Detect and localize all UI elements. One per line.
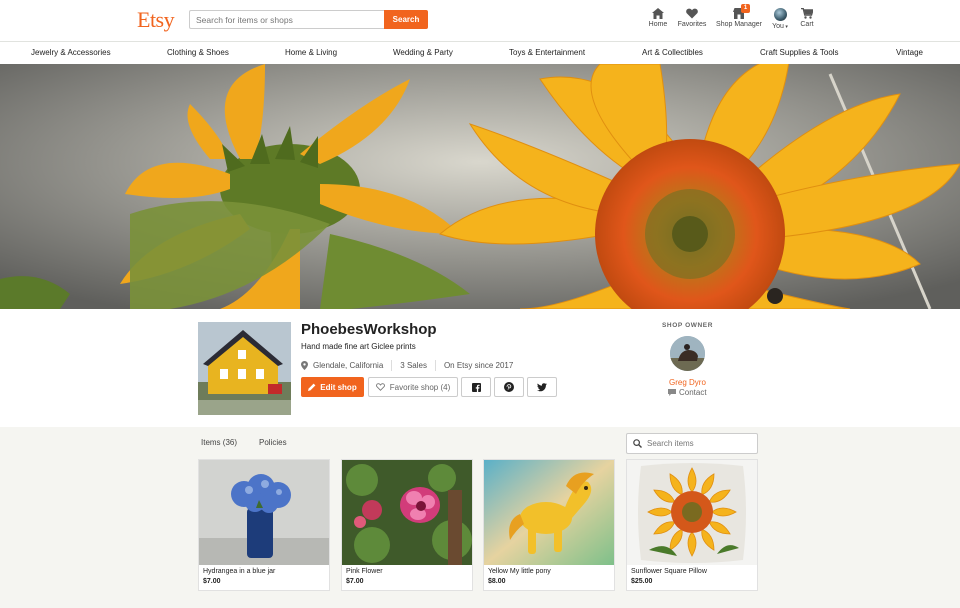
shop-sales[interactable]: 3 Sales (400, 361, 427, 370)
heart-icon (686, 8, 698, 19)
nav-home-label: Home (648, 21, 668, 28)
nav-shop-manager[interactable]: 1 Shop Manager (714, 4, 764, 28)
nav-home[interactable]: Home (648, 8, 668, 28)
shop-tagline: Hand made fine art Giclee prints (301, 342, 416, 351)
contact-label: Contact (679, 388, 707, 397)
message-icon (668, 389, 676, 396)
listing-image (484, 460, 614, 565)
nav-you[interactable]: You ▾ (770, 8, 790, 30)
listing-title: Sunflower Square Pillow (631, 568, 707, 575)
category-toys[interactable]: Toys & Entertainment (509, 48, 585, 57)
shop-icon-image (198, 322, 291, 415)
facebook-icon (471, 382, 481, 392)
nav-you-label: You (772, 23, 784, 30)
listing-card[interactable]: Pink Flower $7.00 (341, 459, 473, 591)
shop-info-section: PhoebesWorkshop Hand made fine art Gicle… (0, 309, 960, 427)
header-nav: Home Favorites 1 Shop Manager You ▾ Cart (0, 4, 960, 36)
listing-image (342, 460, 472, 565)
owner-photo (670, 336, 705, 371)
tab-policies[interactable]: Policies (259, 438, 287, 447)
nav-shop-manager-label: Shop Manager (716, 21, 762, 28)
sunflower-banner-art (0, 64, 960, 309)
shop-since: On Etsy since 2017 (443, 361, 514, 370)
listing-price: $7.00 (203, 578, 221, 585)
listing-title: Pink Flower (346, 568, 383, 575)
shop-meta: Glendale, California 3 Sales On Etsy sin… (301, 360, 513, 371)
owner-name-link[interactable]: Greg Dyro (669, 378, 706, 387)
listing-image (199, 460, 329, 565)
top-header: Etsy Search Home Favorites 1 Shop Manage… (0, 0, 960, 42)
category-wedding[interactable]: Wedding & Party (393, 48, 453, 57)
shop-owner-label: SHOP OWNER (662, 322, 714, 329)
category-art[interactable]: Art & Collectibles (642, 48, 703, 57)
shop-manager-badge: 1 (741, 4, 750, 13)
nav-favorites-label: Favorites (677, 21, 707, 28)
pinterest-icon (504, 382, 514, 392)
pencil-icon (308, 383, 316, 391)
nav-cart-label: Cart (800, 21, 814, 28)
category-jewelry[interactable]: Jewelry & Accessories (31, 48, 111, 57)
hydrangea-picture (199, 460, 329, 565)
category-home[interactable]: Home & Living (285, 48, 337, 57)
listing-card[interactable]: Yellow My little pony $8.00 (483, 459, 615, 591)
cart-icon (801, 8, 813, 19)
listing-card[interactable]: Hydrangea in a blue jar $7.00 (198, 459, 330, 591)
tab-items[interactable]: Items (36) (201, 438, 237, 447)
nav-favorites[interactable]: Favorites (676, 8, 708, 28)
nav-cart[interactable]: Cart (798, 8, 816, 28)
listing-price: $25.00 (631, 578, 653, 585)
yellow-house-picture (198, 322, 291, 415)
listing-price: $8.00 (488, 578, 506, 585)
owner-avatar[interactable] (670, 336, 705, 371)
twitter-share-button[interactable] (527, 377, 557, 397)
category-clothing[interactable]: Clothing & Shoes (167, 48, 229, 57)
favorite-shop-button[interactable]: Favorite shop (4) (368, 377, 458, 397)
heart-outline-icon (375, 383, 385, 391)
category-vintage[interactable]: Vintage (896, 48, 923, 57)
location-pin-icon (301, 361, 308, 370)
edit-shop-label: Edit shop (320, 382, 357, 392)
search-icon (633, 439, 642, 448)
listing-title: Hydrangea in a blue jar (203, 568, 276, 575)
meta-divider (391, 360, 393, 371)
listing-card[interactable]: Sunflower Square Pillow $25.00 (626, 459, 758, 591)
favorite-shop-label: Favorite shop (4) (389, 382, 451, 392)
shop-banner-image (0, 64, 960, 309)
twitter-icon (537, 382, 547, 391)
edit-shop-button[interactable]: Edit shop (301, 377, 364, 397)
chevron-down-icon: ▾ (783, 24, 788, 30)
sunflower-pillow-picture (627, 460, 757, 565)
shop-name: PhoebesWorkshop (301, 321, 437, 338)
listing-section: Items (36) Policies Hydrangea in a blue … (0, 427, 960, 608)
category-nav: Jewelry & Accessories Clothing & Shoes H… (0, 43, 960, 64)
item-search-input[interactable] (647, 436, 755, 451)
category-craft[interactable]: Craft Supplies & Tools (760, 48, 839, 57)
pink-flower-picture (342, 460, 472, 565)
facebook-share-button[interactable] (461, 377, 491, 397)
listing-image (627, 460, 757, 565)
user-avatar (773, 8, 787, 21)
listing-title: Yellow My little pony (488, 568, 551, 575)
shop-location: Glendale, California (313, 361, 384, 370)
home-icon (652, 8, 664, 19)
listing-price: $7.00 (346, 578, 364, 585)
contact-owner-link[interactable]: Contact (668, 388, 707, 397)
meta-divider (434, 360, 436, 371)
yellow-pony-picture (484, 460, 614, 565)
pinterest-share-button[interactable] (494, 377, 524, 397)
item-search-box (626, 433, 758, 454)
